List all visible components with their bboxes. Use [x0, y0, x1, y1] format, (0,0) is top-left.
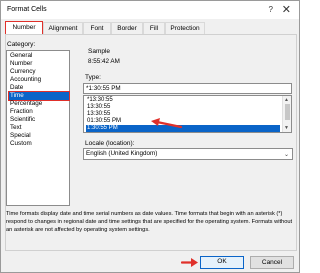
- category-item-accounting[interactable]: Accounting: [9, 76, 69, 84]
- tab-border[interactable]: Border: [111, 22, 143, 34]
- ok-button[interactable]: OK: [200, 256, 244, 269]
- help-button[interactable]: ?: [269, 5, 273, 14]
- tab-strip: Number Alignment Font Border Fill Protec…: [5, 21, 297, 35]
- category-item-fraction[interactable]: Fraction: [9, 108, 69, 116]
- cancel-button[interactable]: Cancel: [250, 256, 294, 269]
- locale-label: Locale (location):: [85, 140, 135, 147]
- category-item-number[interactable]: Number: [9, 60, 69, 68]
- type-item[interactable]: 13:30:55: [86, 104, 280, 111]
- red-arrow-icon: [181, 258, 198, 267]
- tab-alignment[interactable]: Alignment: [43, 22, 83, 34]
- scroll-thumb[interactable]: [285, 104, 290, 120]
- tab-fill[interactable]: Fill: [143, 22, 165, 34]
- locale-value: English (United Kingdom): [86, 150, 158, 157]
- sample-group: Sample 8:55:42 AM: [84, 48, 294, 70]
- dialog-title: Format Cells: [7, 6, 47, 13]
- close-button[interactable]: ✕: [282, 3, 291, 16]
- tab-number[interactable]: Number: [5, 21, 43, 35]
- type-input[interactable]: *1:30:55 PM: [83, 83, 292, 94]
- category-item-date[interactable]: Date: [9, 84, 69, 92]
- locale-select[interactable]: English (United Kingdom) ⌄: [83, 148, 293, 160]
- category-item-custom[interactable]: Custom: [9, 140, 69, 148]
- type-list[interactable]: *13:30:55 13:30:55 13:30:55 01:30:55 PM …: [83, 95, 292, 133]
- format-cells-dialog: Format Cells ? ✕ Number Alignment Font B…: [0, 0, 300, 273]
- tab-font[interactable]: Font: [83, 22, 111, 34]
- category-item-special[interactable]: Special: [9, 132, 69, 140]
- category-list[interactable]: General Number Currency Accounting Date …: [6, 50, 70, 206]
- type-list-scrollbar[interactable]: ▲ ▼: [282, 96, 291, 132]
- category-item-general[interactable]: General: [9, 52, 69, 60]
- format-description: Time formats display date and time seria…: [6, 211, 293, 233]
- sample-label: Sample: [88, 48, 111, 55]
- sample-value: 8:55:42 AM: [88, 58, 120, 65]
- scroll-down-icon[interactable]: ▼: [284, 125, 289, 131]
- type-item[interactable]: 13:30:55: [86, 111, 280, 118]
- category-item-text[interactable]: Text: [9, 124, 69, 132]
- scroll-up-icon[interactable]: ▲: [284, 97, 289, 103]
- tab-protection[interactable]: Protection: [165, 22, 205, 34]
- red-arrow-icon: [151, 118, 183, 129]
- type-label: Type:: [85, 74, 101, 81]
- chevron-down-icon[interactable]: ⌄: [284, 150, 289, 160]
- category-item-time[interactable]: Time: [8, 91, 70, 101]
- category-item-currency[interactable]: Currency: [9, 68, 69, 76]
- category-label: Category:: [7, 41, 36, 48]
- type-item[interactable]: 01:30:55 PM: [86, 118, 280, 125]
- title-bar: Format Cells ? ✕: [1, 1, 299, 19]
- type-item-selected[interactable]: 1:30:55 PM: [86, 125, 280, 132]
- category-item-percentage[interactable]: Percentage: [9, 100, 69, 108]
- type-item[interactable]: *13:30:55: [86, 97, 280, 104]
- category-item-scientific[interactable]: Scientific: [9, 116, 69, 124]
